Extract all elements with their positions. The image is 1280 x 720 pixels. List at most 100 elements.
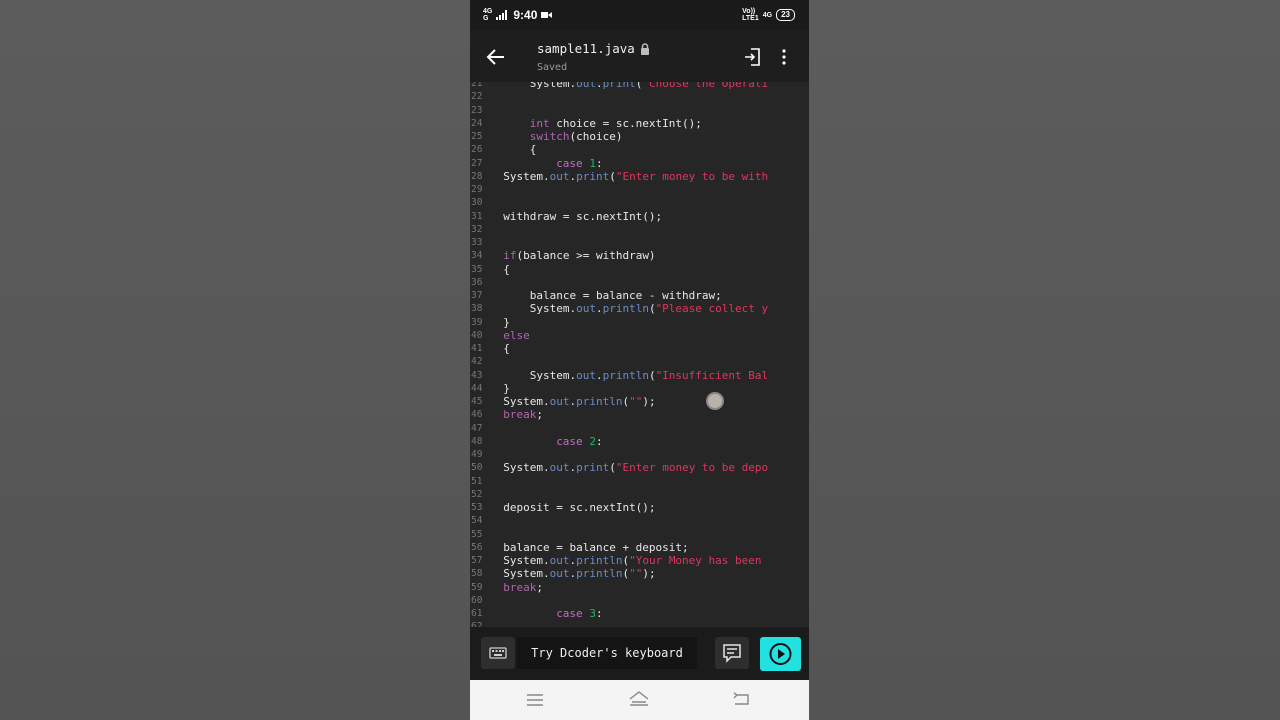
code-line[interactable]: 29 [470,183,809,196]
code-text: { [503,342,510,355]
line-number: 50 [471,462,483,474]
code-line[interactable]: 59 break; [470,581,809,594]
code-line[interactable]: 53 deposit = sc.nextInt(); [470,501,809,514]
code-line[interactable]: 56 balance = balance + deposit; [470,541,809,554]
line-number: 25 [471,131,483,142]
code-text: deposit = sc.nextInt(); [503,501,655,514]
run-button[interactable] [760,637,801,671]
line-number: 23 [471,104,483,116]
code-token: : [595,156,603,170]
code-token: "" [629,395,643,408]
code-line[interactable]: 44} [470,382,809,395]
code-line[interactable]: 46 break; [470,408,809,421]
back-arrow-icon[interactable] [484,46,508,68]
code-text: } [503,316,510,329]
code-line[interactable]: 47 [470,422,809,435]
code-token: System. [503,169,550,183]
back-nav-icon[interactable] [732,692,750,706]
file-title[interactable]: sample11.java [537,41,650,56]
home-icon[interactable] [628,690,650,708]
code-line[interactable]: 38 System.out.println("Please collect y [470,302,809,315]
code-token: ( [609,169,616,183]
code-token: ; [536,580,543,594]
code-line[interactable]: 32 [470,223,809,236]
line-number: 39 [471,316,483,328]
code-token: out [576,302,596,316]
code-text: else [503,329,530,342]
more-vertical-icon[interactable] [780,48,788,66]
code-token: choice = sc.nextInt(); [549,116,702,130]
line-number: 58 [471,568,483,580]
code-editor[interactable]: 21 System.out.print("Choose the Operati 22… [470,82,809,627]
code-line[interactable]: 22 [470,90,809,103]
line-number: 53 [471,502,483,513]
keyboard-toggle-button[interactable] [481,637,515,669]
code-token: out [549,395,570,408]
code-token: out [549,461,570,475]
status-left: 4G G 9:40 [483,8,553,22]
signal-icon [496,10,508,20]
dcoder-keyboard-prompt[interactable]: Try Dcoder's keyboard [517,637,697,669]
line-number: 55 [471,528,483,540]
code-line[interactable]: 25 switch(choice) [470,130,809,143]
code-line[interactable]: 54 [470,514,809,527]
code-line[interactable]: 48 case 2: [470,435,809,448]
code-text: System.out.println(""); [503,395,655,408]
code-line[interactable]: 21 System.out.print("Choose the Operati [470,82,809,90]
code-line[interactable]: 40 else [470,329,809,342]
code-token: } [503,381,510,395]
code-line[interactable]: 37 balance = balance - withdraw; [470,289,809,302]
code-line[interactable]: 34 if(balance >= withdraw) [470,249,809,262]
app-bar: sample11.java Saved [470,30,809,82]
code-line[interactable]: 57 System.out.println("Your Money has bee… [470,554,809,567]
code-line[interactable]: 43 System.out.println("Insufficient Bal [470,369,809,382]
code-line[interactable]: 52 [470,488,809,501]
code-line[interactable]: 62 [470,620,809,627]
code-token: if [503,249,517,263]
system-nav-bar [470,680,809,720]
code-token: println [576,567,623,581]
code-line[interactable]: 61 case 3: [470,607,809,620]
code-line[interactable]: 50 System.out.print("Enter money to be de… [470,461,809,474]
code-line[interactable]: 55 [470,528,809,541]
code-line[interactable]: 35 { [470,263,809,276]
code-line[interactable]: 28 System.out.print("Enter money to be wi… [470,170,809,183]
line-number: 43 [471,369,483,381]
line-number: 47 [471,422,483,434]
video-recording-icon [541,12,553,18]
recent-apps-icon[interactable] [526,693,544,707]
code-line[interactable]: 27 case 1: [470,157,809,170]
code-line[interactable]: 49 [470,448,809,461]
code-line[interactable]: 39} [470,316,809,329]
code-line[interactable]: 24 int choice = sc.nextInt(); [470,117,809,130]
code-line[interactable]: 23 [470,104,809,117]
code-line[interactable]: 42 [470,355,809,368]
code-token: "" [629,567,643,581]
line-number: 59 [471,581,483,593]
network-label-1: 4G [483,8,493,15]
code-line[interactable]: 41 { [470,342,809,355]
exit-icon[interactable] [743,47,761,67]
code-line[interactable]: 33 [470,236,809,249]
code-line[interactable]: 58 System.out.println(""); [470,567,809,580]
code-line[interactable]: 26 { [470,143,809,156]
code-token: } [503,315,510,329]
code-text: { [503,263,510,276]
code-line[interactable]: 51 [470,475,809,488]
code-line[interactable]: 30 [470,196,809,209]
code-line[interactable]: 45 System.out.println(""); [470,395,809,408]
code-line[interactable]: 31 withdraw = sc.nextInt(); [470,210,809,223]
line-number: 41 [471,343,483,354]
code-token: . [595,302,603,316]
line-number: 29 [471,184,483,195]
code-line[interactable]: 36 [470,276,809,289]
code-line[interactable]: 60 [470,594,809,607]
line-number: 52 [471,488,483,500]
line-number: 36 [471,276,483,288]
code-token: System. [503,395,550,408]
code-token: out [576,82,596,90]
code-text: System.out.println("Insufficient Bal [530,369,768,382]
code-token: int [529,116,550,130]
chat-button[interactable] [715,637,749,669]
code-token: switch [529,130,570,143]
